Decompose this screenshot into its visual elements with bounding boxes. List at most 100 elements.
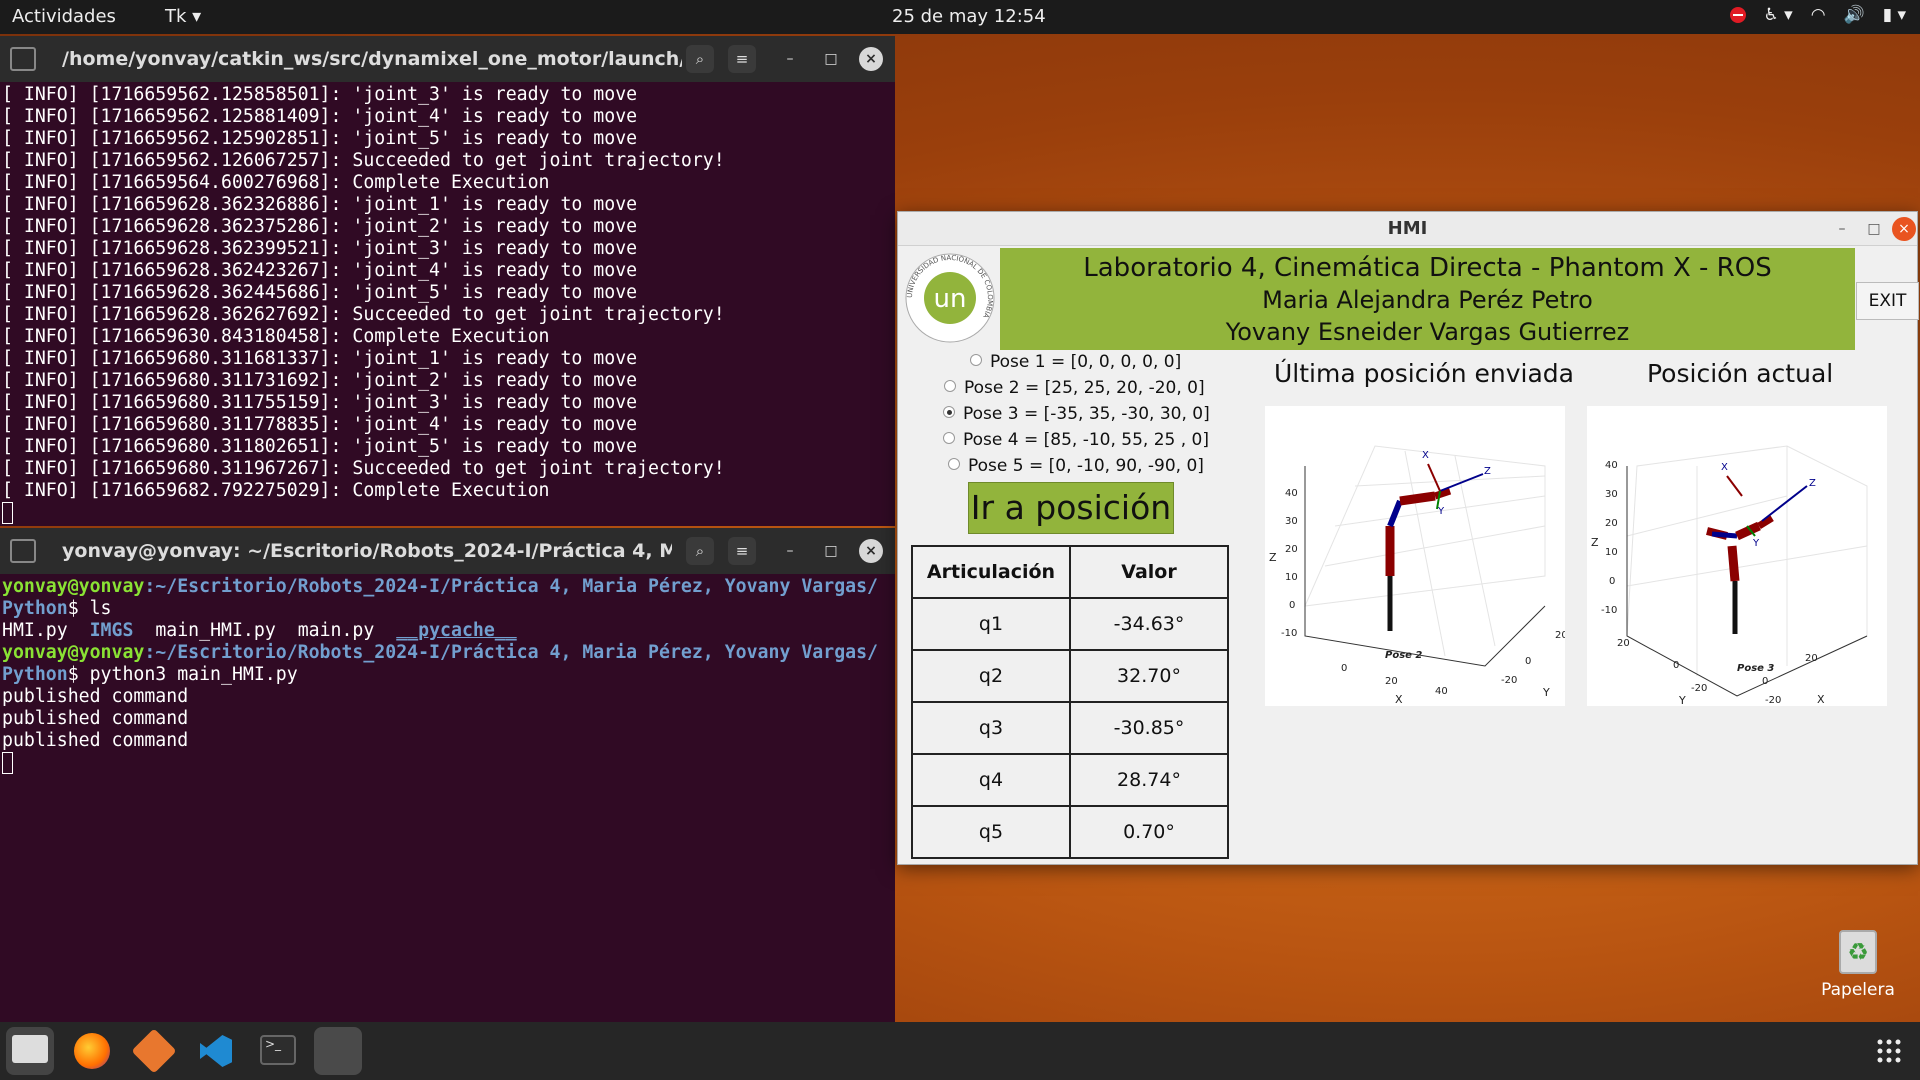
column-header: Valor (1069, 545, 1229, 599)
joint-name: q1 (911, 597, 1071, 651)
terminal-window-2[interactable]: yonvay@yonvay: ~/Escritorio/Robots_2024-… (0, 528, 895, 1022)
system-tray[interactable]: ♿ ▾ ◠ 🔊 ▮ ▾ (1729, 5, 1906, 25)
pose-1-radio[interactable]: Pose 1 = [0, 0, 0, 0, 0] (970, 352, 1181, 372)
terminal-window-1[interactable]: /home/yonvay/catkin_ws/src/dynamixel_one… (0, 36, 895, 526)
maximize-icon[interactable]: □ (819, 539, 843, 563)
app-grid-icon[interactable] (1876, 1038, 1902, 1068)
logo-text: un (934, 284, 967, 314)
hamburger-menu-icon[interactable]: ≡ (728, 537, 756, 565)
new-tab-icon[interactable] (10, 47, 36, 71)
trash-desktop-icon[interactable]: ♻ Papelera (1820, 930, 1896, 1000)
log-line: [ INFO] [1716659680.311778835]: 'joint_4… (2, 414, 638, 435)
log-line: [ INFO] [1716659628.362326886]: 'joint_1… (2, 194, 638, 215)
joint-value: 0.70° (1069, 805, 1229, 859)
joint-value: 28.74° (1069, 753, 1229, 807)
z-tick: 20 (1605, 518, 1618, 529)
ls-file: HMI.py (2, 620, 68, 641)
joint-value: 32.70° (1069, 649, 1229, 703)
table-row: q2 32.70° (911, 649, 1229, 703)
x-axis-label: X (1395, 693, 1403, 706)
pose-5-radio[interactable]: Pose 5 = [0, -10, 90, -90, 0] (948, 456, 1204, 476)
go-to-position-button[interactable]: Ir a posición (968, 482, 1174, 534)
app-menu[interactable]: Tk ▾ (165, 6, 201, 27)
y-axis-label: Y (1542, 686, 1550, 699)
prompt-path: :~/Escritorio/Robots_2024-I/Práctica 4, … (144, 642, 878, 663)
clock[interactable]: 25 de may 12:54 (892, 6, 1046, 27)
z-tick: 0 (1289, 600, 1295, 611)
author-1: Maria Alejandra Peréz Petro (1262, 286, 1593, 314)
pose-plot-label: Pose 3 (1737, 663, 1774, 674)
hamburger-menu-icon[interactable]: ≡ (728, 45, 756, 73)
hmi-window[interactable]: HMI – □ × UNIVERSIDAD NACIONAL DE COLOMB… (897, 211, 1919, 865)
z-tick: 40 (1605, 460, 1618, 471)
x-tick: 0 (1762, 676, 1768, 687)
minimize-icon[interactable]: – (1830, 217, 1854, 241)
radio-icon (944, 380, 956, 392)
new-tab-icon[interactable] (10, 539, 36, 563)
log-line: [ INFO] [1716659562.126067257]: Succeede… (2, 150, 725, 171)
radio-icon (970, 354, 982, 366)
frame-y-label: Y (1437, 506, 1445, 517)
ls-dir: IMGS (89, 620, 134, 641)
volume-icon[interactable]: 🔊 (1844, 5, 1865, 25)
z-tick: 40 (1285, 488, 1298, 499)
y-tick: 0 (1525, 656, 1531, 667)
log-line: [ INFO] [1716659628.362375286]: 'joint_2… (2, 216, 638, 237)
frame-y-label: Y (1752, 538, 1760, 549)
table-row: q3 -30.85° (911, 701, 1229, 755)
terminal-cursor (2, 752, 13, 774)
log-line: [ INFO] [1716659680.311731692]: 'joint_2… (2, 370, 638, 391)
close-icon[interactable]: × (859, 47, 883, 71)
firefox-icon[interactable] (68, 1027, 116, 1075)
pose-3-radio[interactable]: Pose 3 = [-35, 35, -30, 30, 0] (943, 404, 1210, 424)
x-tick: 20 (1805, 653, 1818, 664)
software-icon[interactable] (130, 1027, 178, 1075)
maximize-icon[interactable]: □ (1862, 217, 1886, 241)
exit-button[interactable]: EXIT (1856, 282, 1919, 320)
terminal-2-output[interactable]: yonvay@yonvay:~/Escritorio/Robots_2024-I… (0, 576, 895, 1022)
terminal-1-output[interactable]: [ INFO] [1716659562.125858501]: 'joint_3… (0, 84, 895, 526)
log-line: [ INFO] [1716659562.125858501]: 'joint_3… (2, 84, 638, 105)
joint-name: q4 (911, 753, 1071, 807)
radio-selected-icon (943, 406, 955, 418)
pose-label: Pose 3 = [-35, 35, -30, 30, 0] (963, 404, 1210, 424)
prompt-user: yonvay@yonvay (2, 576, 145, 597)
pose-2-radio[interactable]: Pose 2 = [25, 25, 20, -20, 0] (944, 378, 1205, 398)
log-line: [ INFO] [1716659562.125881409]: 'joint_4… (2, 106, 638, 127)
ls-file: main.py (297, 620, 375, 641)
last-sent-position-plot[interactable]: 40 30 20 10 0 -10 Z 0 20 40 X 20 0 -20 Y… (1265, 406, 1565, 706)
pose-4-radio[interactable]: Pose 4 = [85, -10, 55, 25 , 0] (943, 430, 1209, 450)
z-tick: 10 (1605, 547, 1618, 558)
battery-icon[interactable]: ▮ ▾ (1883, 5, 1906, 25)
terminal-2-titlebar[interactable]: yonvay@yonvay: ~/Escritorio/Robots_2024-… (0, 528, 895, 574)
joint-name: q3 (911, 701, 1071, 755)
files-icon[interactable] (6, 1027, 54, 1075)
minimize-icon[interactable]: – (778, 539, 802, 563)
joint-name: q5 (911, 805, 1071, 859)
hmi-titlebar[interactable]: HMI – □ × (898, 212, 1917, 246)
vscode-icon[interactable] (192, 1027, 240, 1075)
minimize-icon[interactable]: – (778, 47, 802, 71)
command-python: $ python3 main_HMI.py (67, 664, 298, 685)
log-line: [ INFO] [1716659628.362399521]: 'joint_3… (2, 238, 638, 259)
frame-x-label: X (1422, 450, 1429, 461)
wifi-icon[interactable]: ◠ (1811, 5, 1826, 25)
close-icon[interactable]: × (1892, 217, 1916, 241)
current-position-plot[interactable]: 40 30 20 10 0 -10 Z 20 0 -20 Y 20 0 -20 … (1587, 406, 1887, 706)
frame-x-label: X (1721, 462, 1728, 473)
terminal-1-titlebar[interactable]: /home/yonvay/catkin_ws/src/dynamixel_one… (0, 36, 895, 82)
activities-button[interactable]: Actividades (12, 6, 116, 27)
search-icon[interactable]: ⌕ (686, 45, 714, 73)
hmi-app-icon[interactable] (314, 1027, 362, 1075)
search-icon[interactable]: ⌕ (686, 537, 714, 565)
prompt-path: :~/Escritorio/Robots_2024-I/Práctica 4, … (144, 576, 878, 597)
do-not-disturb-icon[interactable] (1729, 7, 1746, 23)
terminal-icon[interactable]: >_ (254, 1027, 302, 1075)
y-tick: 0 (1673, 660, 1679, 671)
y-tick: 20 (1555, 630, 1565, 641)
robot-arm-model: Z X Y (1385, 450, 1491, 631)
close-icon[interactable]: × (859, 539, 883, 563)
z-axis-label: Z (1269, 551, 1277, 564)
accessibility-icon[interactable]: ♿ ▾ (1764, 5, 1793, 25)
maximize-icon[interactable]: □ (819, 47, 843, 71)
